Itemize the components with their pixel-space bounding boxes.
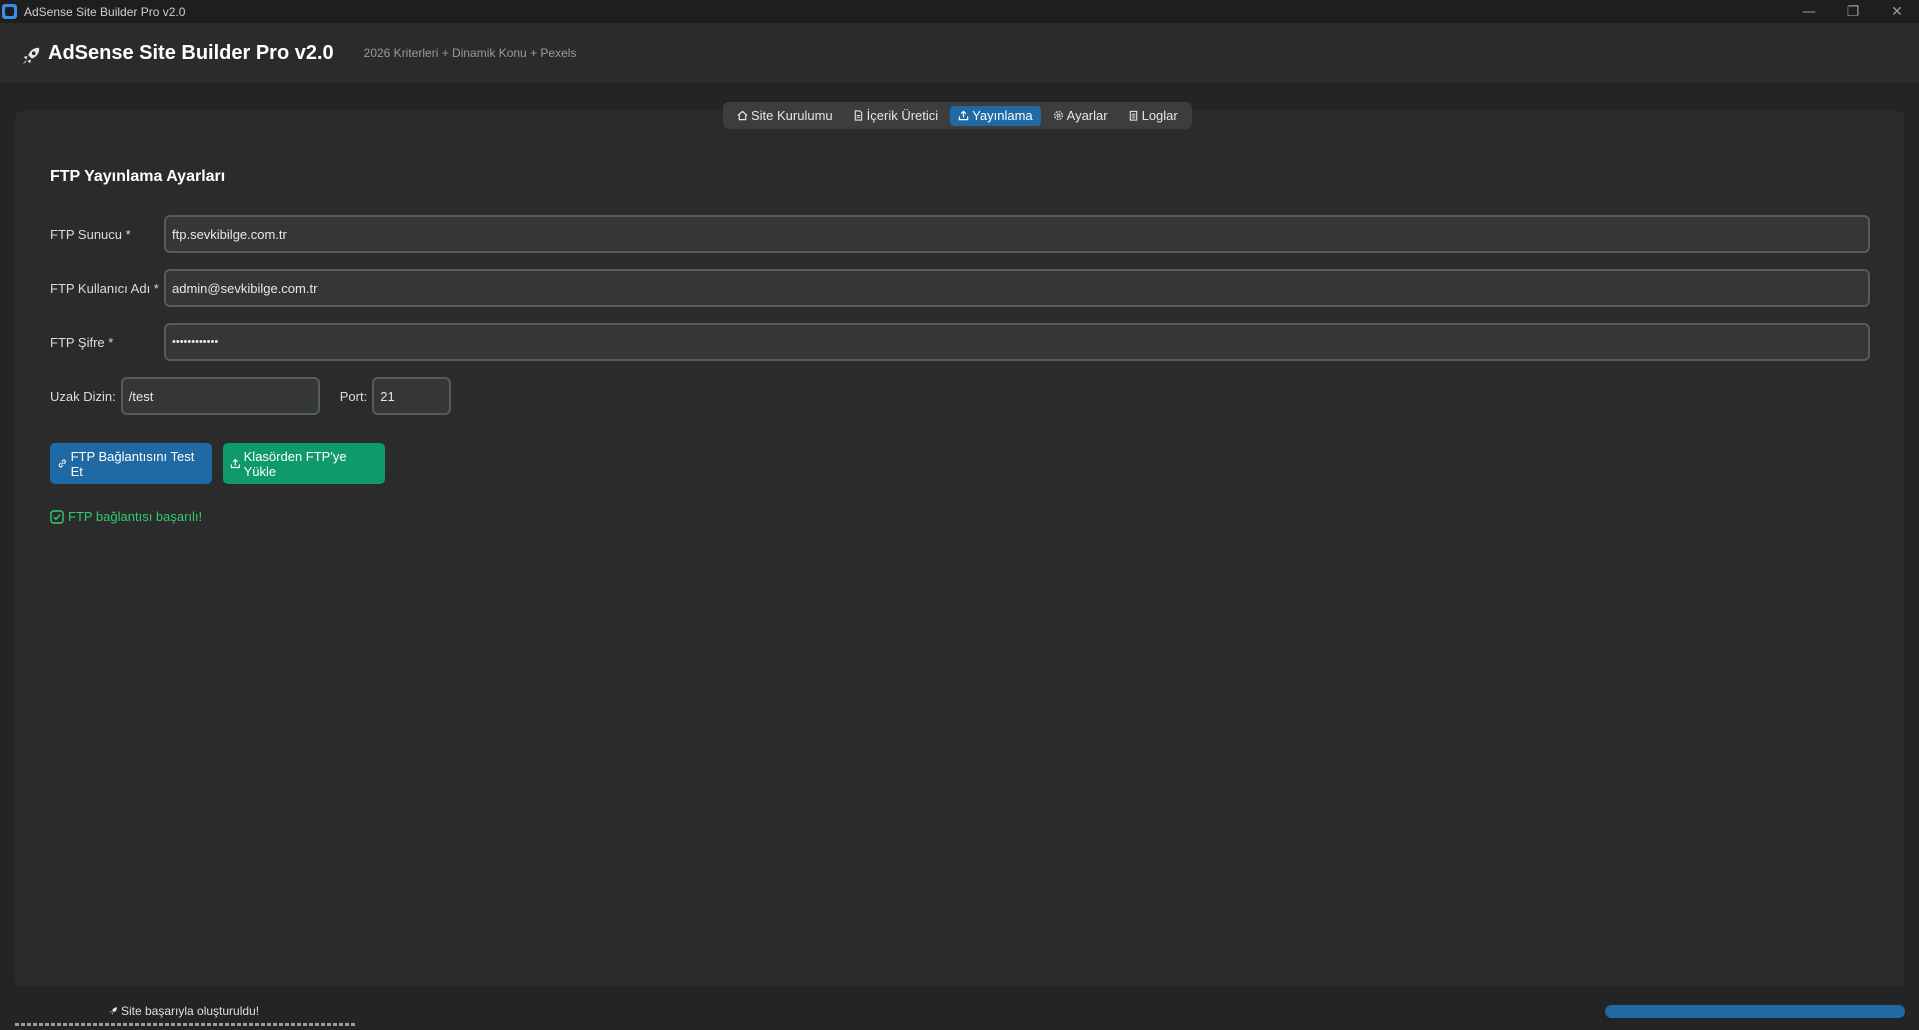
test-connection-label: FTP Bağlantısını Test Et [70,448,195,479]
ftp-password-input[interactable]: •••••••••••• [164,323,1870,361]
app-icon [2,4,17,19]
ftp-username-row: FTP Kullanıcı Adı * admin@sevkibilge.com… [50,269,1919,307]
clipboard-icon [1129,110,1137,121]
app-title: AdSense Site Builder Pro v2.0 [48,41,334,64]
rocket-icon [109,1007,117,1015]
upload-from-folder-label: Klasörden FTP'ye Yükle [243,448,347,479]
remote-dir-port-row: Uzak Dizin: /test Port: 21 [50,377,452,415]
app-header: AdSense Site Builder Pro v2.0 2026 Krite… [0,23,1919,83]
tab-loglar[interactable]: Loglar [1120,106,1186,126]
test-connection-button[interactable]: FTP Bağlantısını Test Et [50,443,212,484]
rocket-icon [22,47,40,65]
window-titlebar: AdSense Site Builder Pro v2.0 — ❐ ✕ [0,0,1919,23]
link-icon [58,459,66,468]
restore-button[interactable]: ❐ [1831,0,1875,23]
progress-bar [1605,1005,1905,1018]
log-separator [15,1023,357,1026]
ftp-password-row: FTP Şifre * •••••••••••• [50,323,1919,361]
window-controls: — ❐ ✕ [1787,0,1919,23]
connection-status-text: FTP bağlantısı başarılı! [68,509,203,524]
tab-site-kurulumu[interactable]: Site Kurulumu [729,106,841,126]
tab-bar: Site Kurulumu İçerik Üretici Yayınlama A… [723,102,1192,129]
check-box-icon [50,509,64,524]
ftp-username-input[interactable]: admin@sevkibilge.com.tr [164,269,1870,307]
tab-label: Ayarlar [1066,108,1108,123]
connection-status: FTP bağlantısı başarılı! [50,509,202,524]
tab-label: Site Kurulumu [751,108,833,123]
ftp-server-input[interactable]: ftp.sevkibilge.com.tr [164,215,1870,253]
remote-dir-label: Uzak Dizin: [50,388,116,404]
app-subtitle: 2026 Kriterleri + Dinamik Konu + Pexels [363,46,577,60]
remote-dir-input[interactable]: /test [120,377,320,415]
minimize-button[interactable]: — [1787,0,1831,23]
footer-status: Site başarıyla oluşturuldu! [108,1004,259,1018]
window-title: AdSense Site Builder Pro v2.0 [24,4,186,19]
port-label: Port: [339,388,368,404]
tab-ayarlar[interactable]: Ayarlar [1045,106,1116,126]
ftp-username-label: FTP Kullanıcı Adı * [50,280,159,296]
ftp-server-label: FTP Sunucu * [50,226,131,242]
upload-icon [958,110,969,121]
progress-fill [1605,1005,1905,1018]
tab-label: İçerik Üretici [866,108,939,123]
section-title: FTP Yayınlama Ayarları [50,168,226,185]
tab-label: Yayınlama [972,108,1033,123]
document-icon [854,110,862,121]
ftp-server-row: FTP Sunucu * ftp.sevkibilge.com.tr [50,215,1919,253]
close-button[interactable]: ✕ [1875,0,1919,23]
tab-label: Loglar [1141,108,1178,123]
upload-from-folder-button[interactable]: Klasörden FTP'ye Yükle [223,443,385,484]
footer-status-text: Site başarıyla oluşturuldu! [121,1004,260,1018]
port-input[interactable]: 21 [372,377,452,415]
gear-icon [1053,111,1063,120]
home-icon [737,110,748,121]
tab-icerik-uretici[interactable]: İçerik Üretici [845,106,947,126]
tab-yayinlama[interactable]: Yayınlama [950,105,1041,126]
upload-icon [230,458,240,469]
ftp-password-label: FTP Şifre * [50,334,114,350]
